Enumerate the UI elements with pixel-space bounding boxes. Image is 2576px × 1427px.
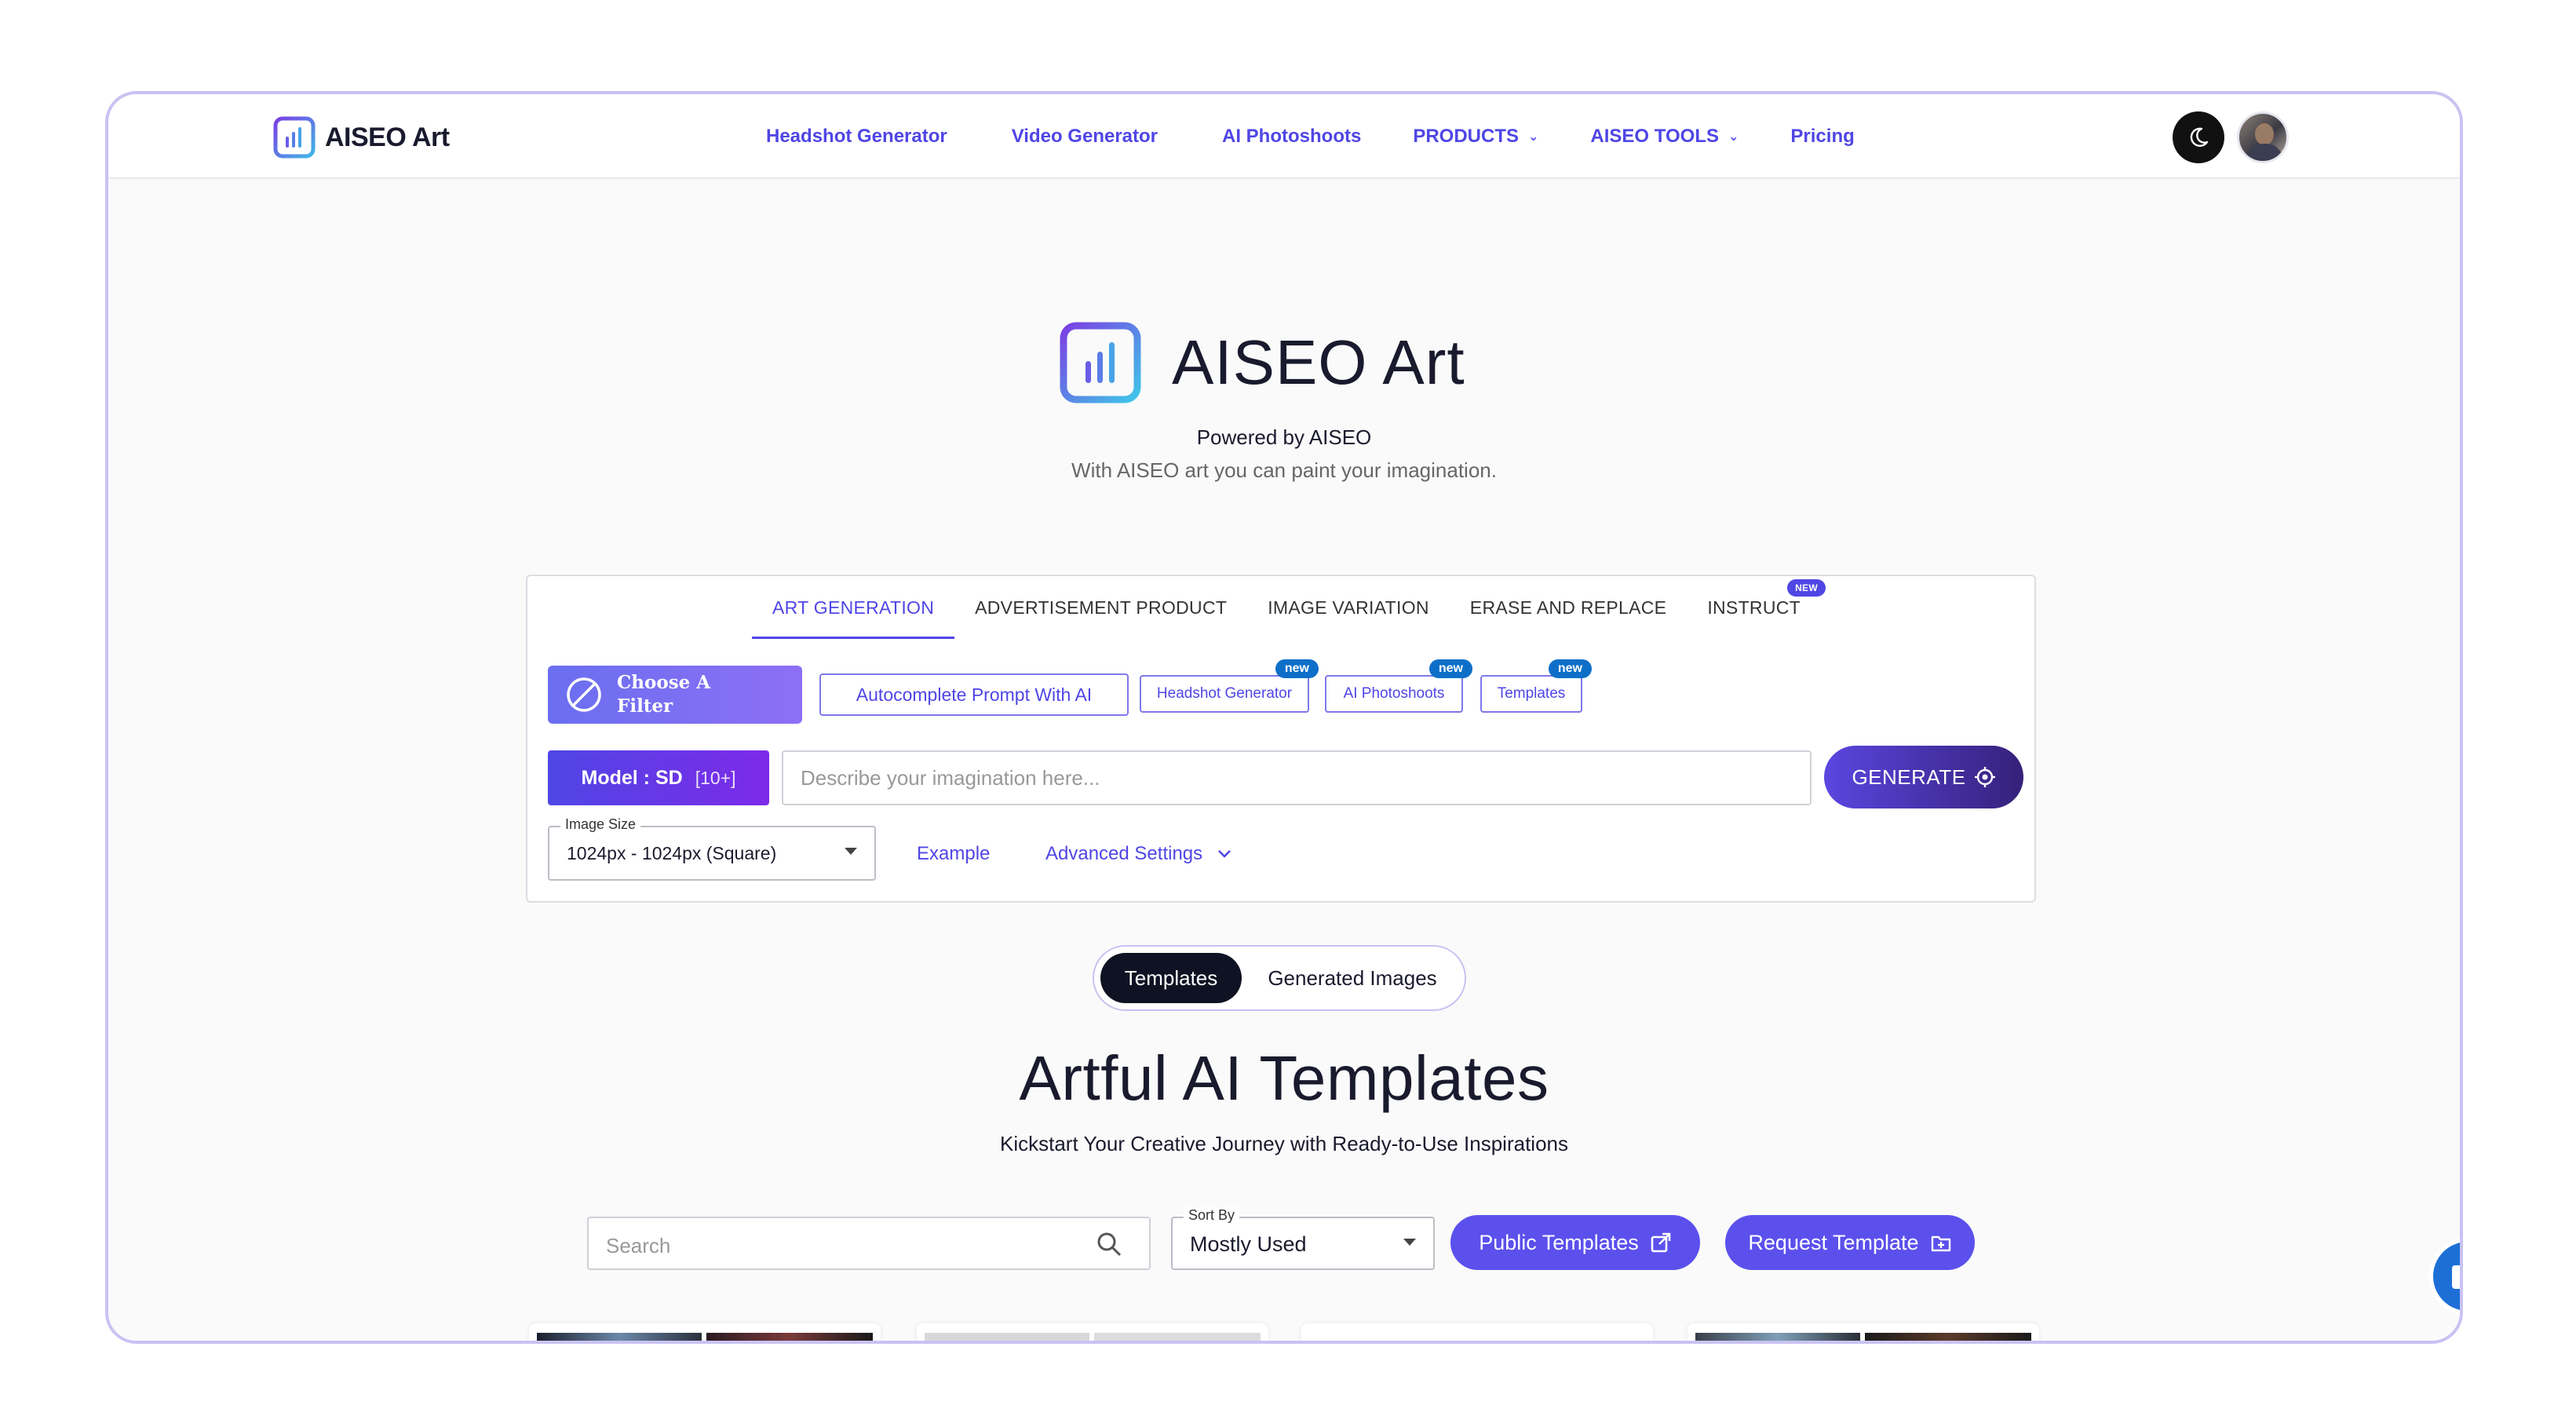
template-thumbnail <box>925 1333 1089 1341</box>
templates-button[interactable]: Templates new <box>1480 659 1592 713</box>
chevron-down-icon: ⌄ <box>1528 130 1539 144</box>
template-search-input[interactable]: Search <box>587 1217 1151 1270</box>
public-templates-label: Public Templates <box>1479 1230 1639 1254</box>
template-card[interactable] <box>1688 1323 2039 1341</box>
no-filter-icon <box>567 677 601 712</box>
model-label: Model : SD <box>581 766 683 789</box>
avatar-body <box>2247 144 2283 161</box>
tab-instruct[interactable]: INSTRUCT NEW <box>1687 579 1826 639</box>
nav-headshot-generator[interactable]: Headshot Generator <box>766 126 947 148</box>
image-size-legend: Image Size <box>560 816 641 833</box>
template-thumbnail <box>1865 1333 2031 1341</box>
headshot-generator-label: Headshot Generator <box>1156 685 1293 702</box>
new-badge: new <box>1548 659 1592 678</box>
new-badge: new <box>1275 659 1319 678</box>
tab-image-variation[interactable]: IMAGE VARIATION <box>1247 592 1450 639</box>
choose-filter-label: Choose A Filter <box>617 672 711 717</box>
aiseo-logo-large-icon <box>1060 322 1141 403</box>
tab-instruct-label: INSTRUCT <box>1707 597 1801 618</box>
prompt-input[interactable]: Describe your imagination here... <box>782 750 1812 805</box>
nav-products-label: PRODUCTS <box>1413 126 1519 147</box>
templates-subtitle: Kickstart Your Creative Journey with Rea… <box>1000 1132 1568 1155</box>
example-link[interactable]: Example <box>917 843 990 865</box>
template-card[interactable] <box>1301 1323 1653 1341</box>
advanced-settings-toggle[interactable]: Advanced Settings <box>1045 843 1232 865</box>
browser-frame: AISEO Art Headshot Generator Video Gener… <box>105 91 2463 1344</box>
view-toggle: Templates Generated Images <box>1093 945 1466 1011</box>
search-placeholder: Search <box>606 1234 671 1257</box>
generator-tabs: ART GENERATION ADVERTISEMENT PRODUCT IMA… <box>752 579 1826 639</box>
nav-aiseo-tools-label: AISEO TOOLS <box>1590 126 1719 147</box>
public-templates-button[interactable]: Public Templates <box>1450 1215 1700 1270</box>
hero-tagline: With AISEO art you can paint your imagin… <box>1071 458 1497 482</box>
template-thumbnail <box>1094 1333 1261 1341</box>
template-card[interactable] <box>917 1323 1268 1341</box>
external-link-icon <box>1651 1232 1671 1253</box>
sort-by-select[interactable]: Sort By Mostly Used <box>1171 1207 1435 1270</box>
nav-links: Headshot Generator Video Generator AI Ph… <box>766 126 1919 148</box>
template-thumbnail <box>1695 1333 1860 1341</box>
sort-by-value: Mostly Used <box>1190 1232 1307 1256</box>
user-avatar[interactable] <box>2237 111 2289 163</box>
dropdown-arrow-icon <box>845 848 857 855</box>
chat-icon <box>2452 1265 2460 1289</box>
top-navbar: AISEO Art Headshot Generator Video Gener… <box>108 94 2460 179</box>
image-size-select[interactable]: Image Size 1024px - 1024px (Square) <box>548 816 876 881</box>
advanced-settings-label: Advanced Settings <box>1045 843 1203 864</box>
ai-photoshoots-label: AI Photoshoots <box>1343 685 1445 702</box>
search-icon <box>1097 1232 1122 1257</box>
toggle-generated-images[interactable]: Generated Images <box>1248 953 1457 1003</box>
avatar-head <box>2255 123 2274 145</box>
generator-card: ART GENERATION ADVERTISEMENT PRODUCT IMA… <box>526 575 2036 903</box>
chevron-down-icon <box>1218 850 1231 858</box>
add-folder-icon <box>1931 1235 1950 1252</box>
tab-erase-and-replace[interactable]: ERASE AND REPLACE <box>1450 592 1688 639</box>
toggle-templates[interactable]: Templates <box>1100 953 1242 1003</box>
generate-label: GENERATE <box>1852 765 1966 789</box>
templates-label: Templates <box>1497 685 1566 702</box>
dropdown-arrow-icon <box>1403 1239 1416 1246</box>
hero-title: AISEO Art <box>1172 327 1465 397</box>
tab-advertisement-product[interactable]: ADVERTISEMENT PRODUCT <box>954 592 1247 639</box>
nav-aiseo-tools-dropdown[interactable]: AISEO TOOLS ⌄ <box>1590 126 1739 148</box>
templates-title: Artful AI Templates <box>1019 1043 1549 1113</box>
autocomplete-prompt-button[interactable]: Autocomplete Prompt With AI <box>819 673 1129 716</box>
template-thumbnail <box>537 1333 702 1341</box>
theme-toggle-button[interactable] <box>2173 111 2224 163</box>
new-badge: NEW <box>1787 579 1826 597</box>
aiseo-logo-icon <box>273 116 316 159</box>
nav-products-dropdown[interactable]: PRODUCTS ⌄ <box>1413 126 1538 148</box>
choose-filter-button[interactable]: Choose A Filter <box>548 666 802 724</box>
request-template-button[interactable]: Request Template <box>1725 1215 1975 1270</box>
chevron-down-icon: ⌄ <box>1728 130 1739 144</box>
generate-button[interactable]: GENERATE <box>1824 746 2023 808</box>
headshot-generator-button[interactable]: Headshot Generator new <box>1140 659 1319 713</box>
request-template-label: Request Template <box>1748 1230 1919 1254</box>
template-thumbnail <box>706 1333 873 1341</box>
brand-name: AISEO Art <box>325 122 450 152</box>
moon-icon <box>2190 127 2209 147</box>
template-card[interactable] <box>529 1323 881 1341</box>
nav-video-generator[interactable]: Video Generator <box>1012 126 1158 148</box>
model-select-button[interactable]: Model : SD [10+] <box>548 750 769 805</box>
model-count: [10+] <box>695 767 736 788</box>
powered-by: Powered by AISEO <box>1196 425 1372 449</box>
sort-by-legend: Sort By <box>1184 1207 1240 1224</box>
image-size-value: 1024px - 1024px (Square) <box>567 843 777 863</box>
brand[interactable]: AISEO Art <box>273 116 450 159</box>
ai-photoshoots-button[interactable]: AI Photoshoots new <box>1325 659 1472 713</box>
new-badge: new <box>1428 659 1472 678</box>
tab-art-generation[interactable]: ART GENERATION <box>752 592 955 639</box>
sparkle-gear-icon <box>1974 767 1995 787</box>
chat-widget-button[interactable] <box>2428 1237 2460 1316</box>
nav-pricing[interactable]: Pricing <box>1790 126 1854 148</box>
nav-ai-photoshoots[interactable]: AI Photoshoots <box>1222 126 1361 148</box>
